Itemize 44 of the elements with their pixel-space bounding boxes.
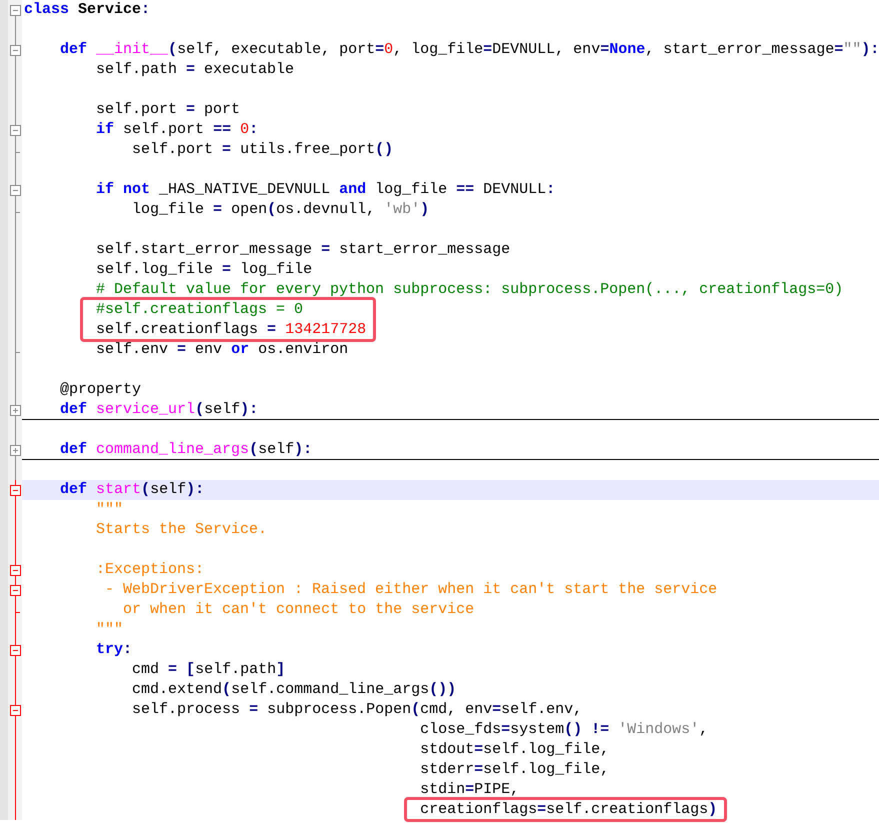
collapse-icon[interactable] xyxy=(10,45,21,56)
code-line: stdin=PIPE, xyxy=(420,781,520,798)
code-line: or when it can't connect to the service xyxy=(123,601,474,618)
expand-icon[interactable] xyxy=(10,445,21,456)
code-line: """ xyxy=(96,621,124,638)
collapse-icon[interactable] xyxy=(10,5,21,16)
code-line: self.port = port xyxy=(96,101,240,118)
code-line: #self.creationflags = 0 xyxy=(96,301,304,318)
code-line: creationflags=self.creationflags) xyxy=(420,801,718,818)
collapse-icon[interactable] xyxy=(10,565,21,576)
collapse-icon[interactable] xyxy=(10,585,21,596)
code-line: cmd = [self.path] xyxy=(132,661,286,678)
code-line: """ xyxy=(96,501,124,518)
code-line: def command_line_args(self): xyxy=(60,441,312,458)
code-line: self.process = subprocess.Popen(cmd, env=self.env, xyxy=(132,701,582,718)
code-line: self.env = env or os.environ xyxy=(96,341,348,358)
code-line: stdout=self.log_file, xyxy=(420,741,610,758)
collapse-icon[interactable] xyxy=(10,705,21,716)
collapse-icon[interactable] xyxy=(10,125,21,136)
code-line: def __init__(self, executable, port=0, log_file=DEVNULL, env=None, start_error_message=""): xyxy=(60,41,879,58)
collapse-icon[interactable] xyxy=(10,185,21,196)
code-line: class Service: xyxy=(24,1,150,18)
code-line: try: xyxy=(96,641,132,658)
code-line: self.creationflags = 134217728 xyxy=(96,321,366,338)
code-line: self.log_file = log_file xyxy=(96,261,312,278)
expand-icon[interactable] xyxy=(10,405,21,416)
code-line: - WebDriverException : Raised either when it can't start the service xyxy=(105,581,718,598)
collapse-icon[interactable] xyxy=(10,645,21,656)
collapse-icon[interactable] xyxy=(10,485,21,496)
code-line: :Exceptions: xyxy=(96,561,204,578)
code-line: close_fds=system() != 'Windows', xyxy=(420,721,708,738)
code-line: @property xyxy=(60,381,142,398)
code-line: self.path = executable xyxy=(96,61,294,78)
code-line: if self.port == 0: xyxy=(96,121,258,138)
code-line: def start(self): xyxy=(60,481,204,498)
code-line: cmd.extend(self.command_line_args()) xyxy=(132,681,456,698)
code-line: self.port = utils.free_port() xyxy=(132,141,394,158)
code-line: self.start_error_message = start_error_message xyxy=(96,241,510,258)
code-line: Starts the Service. xyxy=(96,521,268,538)
code-line: def service_url(self): xyxy=(60,401,258,418)
code-line: # Default value for every python subprocess: subprocess.Popen(..., creationflags=0) xyxy=(96,281,844,298)
code-line: if not _HAS_NATIVE_DEVNULL and log_file == DEVNULL: xyxy=(96,181,556,198)
code-line: stderr=self.log_file, xyxy=(420,761,610,778)
code-line: log_file = open(os.devnull, 'wb') xyxy=(132,201,430,218)
